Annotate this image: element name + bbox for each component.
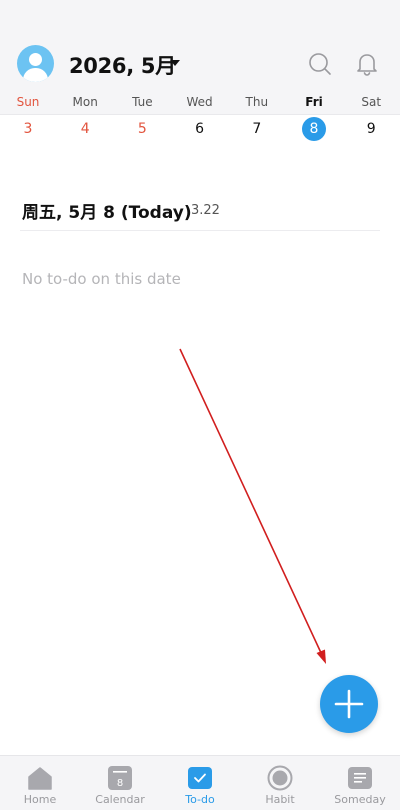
week-date-row: 3 4 5 6 7 8 9 — [0, 117, 400, 143]
nav-label-calendar: Calendar — [95, 793, 145, 806]
date-cell-8[interactable]: 8 — [302, 117, 326, 141]
nav-item-todo[interactable]: To-do — [160, 756, 240, 810]
date-cell-5[interactable]: 5 — [130, 117, 154, 141]
calendar-icon: 8 — [108, 766, 132, 790]
day-divider — [20, 230, 380, 231]
calendar-badge: 8 — [117, 778, 123, 789]
home-icon — [28, 767, 52, 790]
date-cell-7[interactable]: 7 — [245, 117, 269, 141]
user-avatar[interactable] — [17, 45, 54, 82]
week-divider — [0, 114, 400, 115]
nav-label-someday: Someday — [334, 793, 386, 806]
lunar-date: 3.22 — [191, 203, 220, 218]
bottom-nav: Home 8 Calendar To-do Habit Someday — [0, 755, 400, 810]
nav-item-habit[interactable]: Habit — [240, 756, 320, 810]
weekday-label-mon: Mon — [72, 95, 98, 109]
search-button[interactable] — [307, 51, 333, 77]
someday-note-icon — [348, 767, 372, 789]
month-dropdown-caret-icon[interactable] — [170, 60, 180, 66]
weekday-label-thu: Thu — [245, 95, 269, 109]
weekday-label-sun: Sun — [16, 95, 40, 109]
notifications-button[interactable] — [354, 51, 380, 77]
avatar-head-shape — [29, 53, 42, 66]
date-cell-4[interactable]: 4 — [73, 117, 97, 141]
todo-check-icon — [188, 767, 212, 789]
habit-circle-icon — [267, 765, 293, 791]
plus-icon — [334, 689, 364, 719]
date-cell-9[interactable]: 9 — [359, 117, 383, 141]
weekday-label-fri: Fri — [305, 95, 323, 109]
nav-label-home: Home — [23, 793, 57, 806]
search-icon — [309, 53, 331, 75]
weekday-label-sat: Sat — [361, 95, 382, 109]
avatar-body-shape — [23, 68, 48, 82]
date-cell-6[interactable]: 6 — [188, 117, 212, 141]
weekday-label-wed: Wed — [186, 95, 213, 109]
weekday-label-tue: Tue — [132, 95, 153, 109]
nav-item-someday[interactable]: Someday — [320, 756, 400, 810]
month-title[interactable]: 2026, 5月 — [69, 50, 176, 78]
empty-state-text: No to-do on this date — [22, 270, 181, 288]
nav-item-calendar[interactable]: 8 Calendar — [80, 756, 160, 810]
selected-day-heading: 周五, 5月 8 (Today) — [22, 203, 192, 223]
date-cell-3[interactable]: 3 — [16, 117, 40, 141]
bell-icon — [357, 54, 377, 76]
nav-label-todo: To-do — [185, 793, 215, 806]
nav-item-home[interactable]: Home — [0, 756, 80, 810]
weekday-header-row: Sun Mon Tue Wed Thu Fri Sat — [0, 95, 400, 113]
nav-label-habit: Habit — [265, 793, 295, 806]
add-todo-button[interactable] — [320, 675, 378, 733]
